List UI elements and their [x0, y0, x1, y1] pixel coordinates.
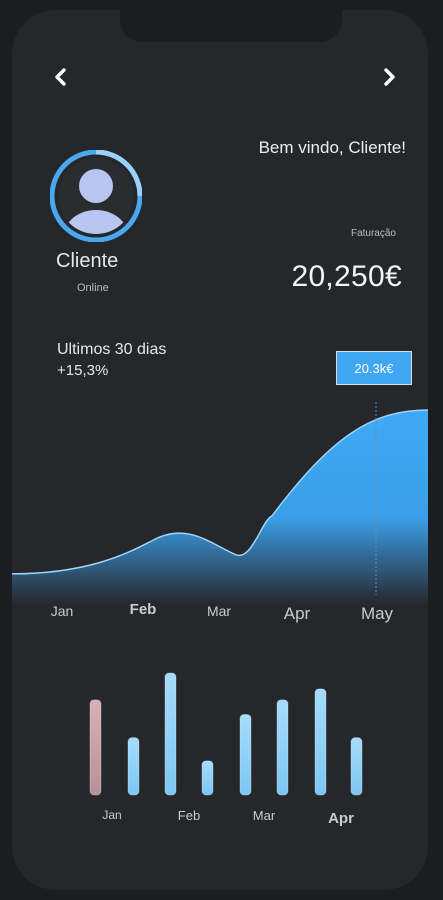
- bar-x-label: Jan: [102, 808, 122, 822]
- bar-x-label: Apr: [328, 810, 354, 827]
- user-status: Online: [77, 282, 109, 294]
- revenue-value: 20,250€: [291, 260, 402, 293]
- chevron-right-icon: [384, 68, 395, 86]
- bar: [201, 760, 214, 796]
- area-x-label: Jan: [50, 603, 74, 619]
- chevron-left-icon: [55, 68, 66, 86]
- phone-frame: Bem vindo, Cliente! Cliente Online Fatur…: [12, 10, 428, 890]
- user-name: Cliente: [56, 250, 119, 272]
- bar: [350, 737, 363, 796]
- bar: [89, 699, 102, 796]
- chart-tooltip: 20.3k€: [336, 351, 412, 385]
- area-chart: [12, 402, 428, 605]
- bar: [127, 737, 140, 796]
- revenue-label: Faturação: [350, 228, 396, 239]
- area-series-fill: [12, 410, 428, 605]
- bar-x-label: Mar: [252, 808, 276, 823]
- bar: [314, 688, 327, 796]
- phone-notch: [120, 10, 342, 42]
- period-title: Ultimos 30 dias: [57, 341, 167, 358]
- bar-x-label: Feb: [177, 808, 201, 823]
- avatar[interactable]: [49, 149, 143, 243]
- bar: [239, 713, 252, 796]
- back-button[interactable]: [48, 64, 74, 90]
- area-x-label: Apr: [283, 604, 311, 623]
- period-change: +15,3%: [57, 362, 109, 379]
- bar: [276, 699, 289, 796]
- area-x-label: Mar: [206, 603, 232, 619]
- forward-button[interactable]: [376, 64, 402, 90]
- area-x-label: Feb: [129, 601, 157, 618]
- welcome-message: Bem vindo, Cliente!: [258, 138, 406, 157]
- bar-chart: [89, 672, 363, 796]
- bar: [164, 672, 177, 796]
- user-avatar-icon: [49, 149, 143, 243]
- area-x-label: May: [360, 604, 394, 623]
